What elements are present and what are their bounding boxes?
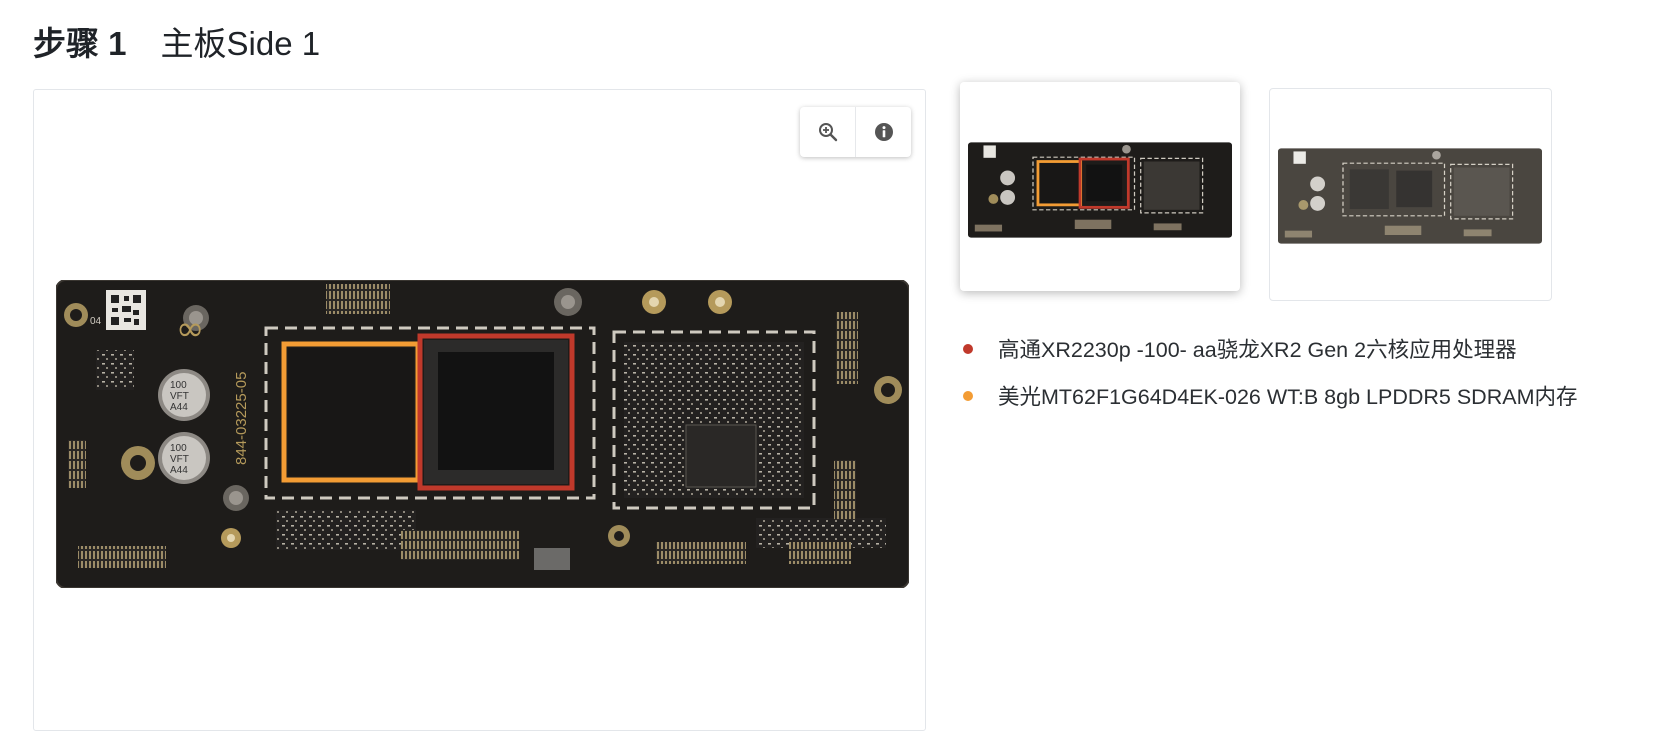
thumbnail-image [968,142,1232,238]
bullet-text: 高通XR2230p -100- aa骁龙XR2 Gen 2六核应用处理器 [998,338,1517,362]
meta-logo: ∞ [176,309,204,349]
svg-text:A44: A44 [170,402,188,413]
annotation-list: 高通XR2230p -100- aa骁龙XR2 Gen 2六核应用处理器 美光M… [963,325,1577,419]
svg-text:100: 100 [170,380,187,391]
bullet-text: 美光MT62F1G64D4EK-026 WT:B 8gb LPDDR5 SDRA… [998,385,1578,409]
info-button[interactable] [855,107,911,157]
svg-text:A44: A44 [170,465,188,476]
thumbnail-plain[interactable] [1269,88,1552,301]
thumbnail-image [1278,148,1542,244]
svg-text:VFT: VFT [170,391,189,402]
list-item: 美光MT62F1G64D4EK-026 WT:B 8gb LPDDR5 SDRA… [963,372,1577,419]
qr-code [106,290,146,330]
list-item: 高通XR2230p -100- aa骁龙XR2 Gen 2六核应用处理器 [963,325,1577,372]
step-title: 主板Side 1 [160,25,321,62]
info-icon [874,123,893,141]
image-toolbar [800,107,911,157]
zoom-in-icon [818,123,837,142]
red-bullet-dot [963,343,973,354]
main-image-frame: 04 ∞ 100 VFT A44 100 VFT A44 844-03225-0… [33,89,926,731]
part-number: 844-03225-05 [233,372,250,465]
pcb-photo: 04 ∞ 100 VFT A44 100 VFT A44 844-03225-0… [55,279,910,589]
step-heading: 步骤 1 主板Side 1 [33,22,320,66]
svg-text:VFT: VFT [170,454,189,465]
step-number: 步骤 1 [33,25,127,62]
orange-bullet-dot [963,390,973,401]
svg-text:100: 100 [170,443,187,454]
corner-mark: 04 [90,316,102,327]
zoom-button[interactable] [800,107,855,157]
capacitor-1: 100 VFT A44 [158,369,210,421]
thumbnail-annotated[interactable] [960,82,1240,291]
capacitor-2: 100 VFT A44 [158,432,210,484]
